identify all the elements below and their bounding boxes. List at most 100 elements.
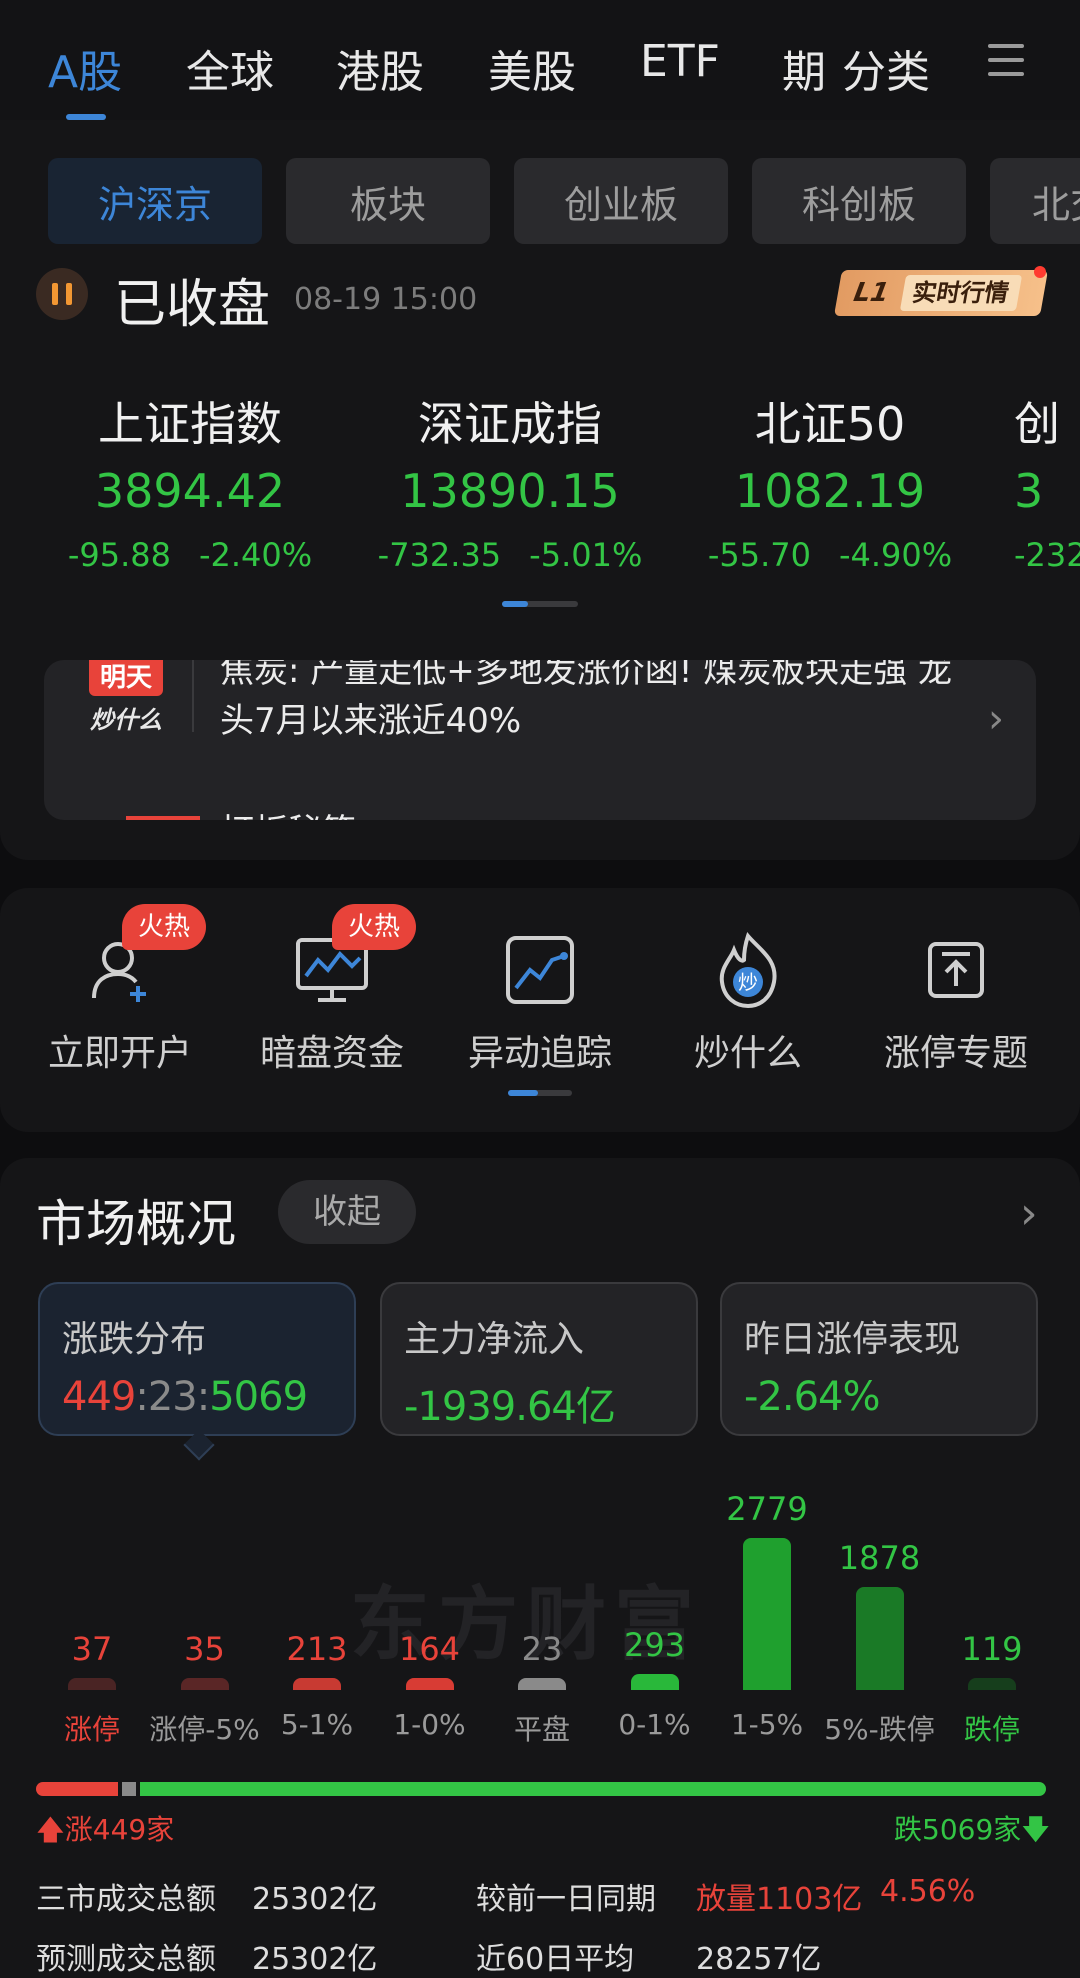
card-value: -1939.64亿 bbox=[404, 1384, 616, 1430]
subtab-chinext[interactable]: 创业板 bbox=[514, 158, 728, 244]
tab-futures[interactable]: 期 bbox=[782, 36, 826, 100]
card-up-down-distribution[interactable]: 涨跌分布 449:23:5069 bbox=[38, 1282, 356, 1436]
tab-global[interactable]: 全球 bbox=[186, 36, 274, 100]
chart-category-label: 1-0% bbox=[393, 1708, 466, 1741]
chart-category-label: 涨停-5% bbox=[149, 1713, 260, 1746]
card-main-net-inflow[interactable]: 主力净流入 -1939.64亿 bbox=[380, 1282, 698, 1436]
arrow-down-icon: 🡇 bbox=[1021, 1813, 1051, 1846]
collapse-button[interactable]: 收起 bbox=[278, 1180, 416, 1244]
news-logo: 明天 炒什么 bbox=[76, 660, 176, 734]
chart-bar-7 bbox=[855, 1587, 904, 1690]
chart-value-label: 1878 bbox=[838, 1539, 921, 1578]
next-news-headline[interactable]: 打板秘笈 bbox=[220, 804, 356, 820]
index-value: 1082.19 bbox=[734, 464, 926, 518]
card-title: 主力净流入 bbox=[404, 1319, 585, 1360]
index-value: 3 bbox=[1014, 464, 1044, 518]
chevron-right-icon[interactable]: › bbox=[988, 696, 1004, 742]
index-change-pct: -5.01% bbox=[529, 536, 643, 574]
news-ticker[interactable]: 明天 炒什么 焦炭: 产量走低+多地发涨价函! 煤炭板块走强 龙头7月以来涨近4… bbox=[44, 660, 1036, 820]
index-change: -232 bbox=[1014, 536, 1080, 574]
news-headline[interactable]: 焦炭: 产量走低+多地发涨价函! 煤炭板块走强 龙头7月以来涨近40% bbox=[220, 660, 980, 746]
subtab-bse[interactable]: 北交 bbox=[990, 158, 1080, 244]
chart-bar-3 bbox=[405, 1678, 454, 1690]
index-card-bse50[interactable]: 北证50 1082.19 -55.70 -4.90% bbox=[670, 388, 990, 574]
entry-label: 炒什么 bbox=[693, 1033, 802, 1074]
volume-increase-pct: 4.56% bbox=[880, 1874, 976, 1909]
market-status: 已收盘 bbox=[114, 275, 271, 335]
chart-value-label: 37 bbox=[71, 1630, 113, 1668]
top-tab-bar: A股 全球 港股 美股 ETF 期 分类 bbox=[0, 0, 1080, 120]
subtab-sectors[interactable]: 板块 bbox=[286, 158, 490, 244]
chart-bar-4 bbox=[518, 1678, 566, 1690]
tab-etf[interactable]: ETF bbox=[640, 36, 720, 87]
tab-category[interactable]: 分类 bbox=[842, 36, 930, 100]
chart-value-label: 2779 bbox=[726, 1490, 808, 1528]
sixty-day-avg-value: 28257亿 bbox=[696, 1942, 822, 1977]
news-logo-bottom: 炒什么 bbox=[90, 706, 162, 734]
chart-bar-6 bbox=[743, 1538, 791, 1690]
realtime-quote-badge[interactable]: L1 实时行情 bbox=[833, 270, 1049, 316]
tab-a-shares[interactable]: A股 bbox=[48, 36, 122, 100]
prev-day-compare-label: 较前一日同期 bbox=[476, 1882, 656, 1917]
entry-limit-up-topic[interactable]: 涨停专题 bbox=[856, 930, 1056, 1076]
down-count: 5069 bbox=[209, 1374, 308, 1420]
card-yesterday-limit-up[interactable]: 昨日涨停表现 -2.64% bbox=[720, 1282, 1038, 1436]
ratio-bar-down bbox=[139, 1782, 1046, 1796]
chart-bar-2 bbox=[293, 1678, 341, 1690]
chevron-right-icon[interactable]: › bbox=[1020, 1188, 1038, 1239]
index-change: -55.70 bbox=[707, 536, 811, 574]
flat-count: 23 bbox=[147, 1374, 198, 1420]
tab-hk-stocks[interactable]: 港股 bbox=[336, 36, 424, 100]
index-change: -732.35 bbox=[377, 536, 502, 574]
chart-bar-0 bbox=[68, 1678, 116, 1690]
down-stock-count: 跌5069家🡇 bbox=[894, 1808, 1050, 1857]
chart-category-label: 5%-跌停 bbox=[824, 1713, 935, 1746]
card-value: -2.64% bbox=[744, 1374, 881, 1420]
chart-value-label: 164 bbox=[398, 1630, 461, 1668]
subtab-star-market[interactable]: 科创板 bbox=[752, 158, 966, 244]
chart-value-label: 35 bbox=[184, 1630, 225, 1668]
index-change-pct: -4.90% bbox=[838, 536, 953, 574]
chart-bar-1 bbox=[180, 1678, 229, 1690]
chart-value-label: 119 bbox=[961, 1630, 1023, 1668]
index-card-chinext[interactable]: 创 3 -232 bbox=[1014, 388, 1080, 574]
market-overview-title: 市场概况 bbox=[36, 1195, 236, 1253]
turnover-total-label: 三市成交总额 bbox=[36, 1882, 216, 1917]
chart-value-label: 213 bbox=[286, 1630, 348, 1668]
sixty-day-avg-label: 近60日平均 bbox=[476, 1942, 635, 1977]
index-card-sse[interactable]: 上证指数 3894.42 -95.88 -2.40% bbox=[30, 388, 350, 574]
chart-value-label: 23 bbox=[521, 1630, 563, 1668]
hot-badge: 火热 bbox=[122, 904, 207, 950]
candlestick-icon bbox=[36, 268, 88, 320]
down-stock-label: 跌5069家 bbox=[894, 1813, 1022, 1846]
entry-dark-pool-funds[interactable]: 暗盘资金 bbox=[232, 930, 432, 1076]
entry-anomaly-tracking[interactable]: 异动追踪 bbox=[440, 930, 640, 1076]
index-name: 北证50 bbox=[754, 397, 906, 451]
index-pager bbox=[502, 601, 578, 607]
arrow-up-icon: 🡅 bbox=[36, 1813, 65, 1846]
news-divider bbox=[192, 660, 194, 732]
card-title: 昨日涨停表现 bbox=[744, 1319, 961, 1360]
subtab-hushenjing[interactable]: 沪深京 bbox=[48, 158, 262, 244]
chart-category-label: 1-5% bbox=[730, 1708, 804, 1741]
index-value: 3894.42 bbox=[94, 464, 286, 518]
entry-label: 涨停专题 bbox=[883, 1033, 1028, 1074]
fire-icon: 炒 bbox=[708, 930, 788, 1010]
limit-up-icon bbox=[916, 930, 996, 1010]
entry-what-to-trade[interactable]: 炒 炒什么 bbox=[648, 930, 848, 1076]
up-stock-label: 涨449家 bbox=[64, 1813, 175, 1846]
hot-badge: 火热 bbox=[332, 904, 417, 950]
tab-us-stocks[interactable]: 美股 bbox=[488, 36, 576, 100]
notification-dot bbox=[1034, 266, 1046, 278]
up-stock-count: 🡅涨449家 bbox=[36, 1808, 174, 1857]
svg-text:炒: 炒 bbox=[738, 970, 758, 994]
entry-label: 立即开户 bbox=[47, 1033, 192, 1074]
forecast-turnover-label: 预测成交总额 bbox=[36, 1942, 216, 1977]
forecast-turnover-value: 25302亿 bbox=[252, 1942, 378, 1977]
volume-increase-value: 放量1103亿 bbox=[696, 1882, 863, 1917]
index-name: 上证指数 bbox=[98, 397, 282, 451]
entry-open-account[interactable]: 立即开户 bbox=[20, 930, 220, 1076]
chart-category-label: 涨停 bbox=[63, 1713, 120, 1746]
index-card-szse[interactable]: 深证成指 13890.15 -732.35 -5.01% bbox=[350, 388, 670, 574]
menu-icon[interactable] bbox=[988, 44, 1024, 80]
